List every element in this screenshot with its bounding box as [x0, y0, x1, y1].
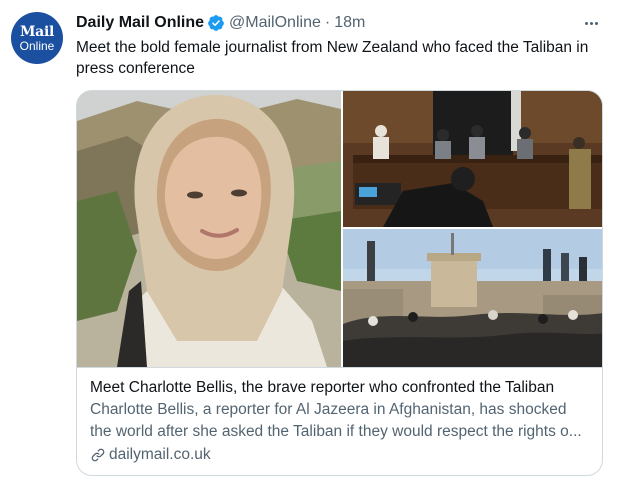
kabul-airport-crowd-photo[interactable] [343, 229, 602, 367]
card-media[interactable] [77, 91, 602, 367]
card-description: Charlotte Bellis, a reporter for Al Jaze… [90, 401, 582, 440]
press-conference-photo[interactable] [343, 91, 602, 227]
author-handle[interactable]: @MailOnline [229, 14, 321, 32]
separator-dot: · [324, 14, 331, 31]
author-name[interactable]: Daily Mail Online [76, 14, 204, 32]
avatar-logo-line2: Online [19, 38, 55, 53]
card-domain[interactable]: dailymail.co.uk [109, 446, 211, 464]
tweet-header: Daily Mail Online @MailOnline · 18m [76, 12, 365, 34]
verified-badge-icon [208, 15, 224, 31]
more-options-icon[interactable] [580, 12, 602, 34]
card-title: Meet Charlotte Bellis, the brave reporte… [90, 379, 555, 396]
reporter-photo[interactable] [77, 91, 341, 367]
avatar[interactable]: Mail Online [11, 12, 63, 64]
timestamp[interactable]: 18m [334, 14, 365, 32]
avatar-logo-line1: Mail [19, 23, 54, 40]
link-icon [91, 448, 105, 462]
tweet-text: Meet the bold female journalist from New… [76, 39, 589, 77]
card-domain-row: dailymail.co.uk [90, 446, 591, 464]
link-card[interactable]: Meet Charlotte Bellis, the brave reporte… [76, 90, 603, 476]
card-body[interactable]: Meet Charlotte Bellis, the brave reporte… [77, 367, 602, 475]
